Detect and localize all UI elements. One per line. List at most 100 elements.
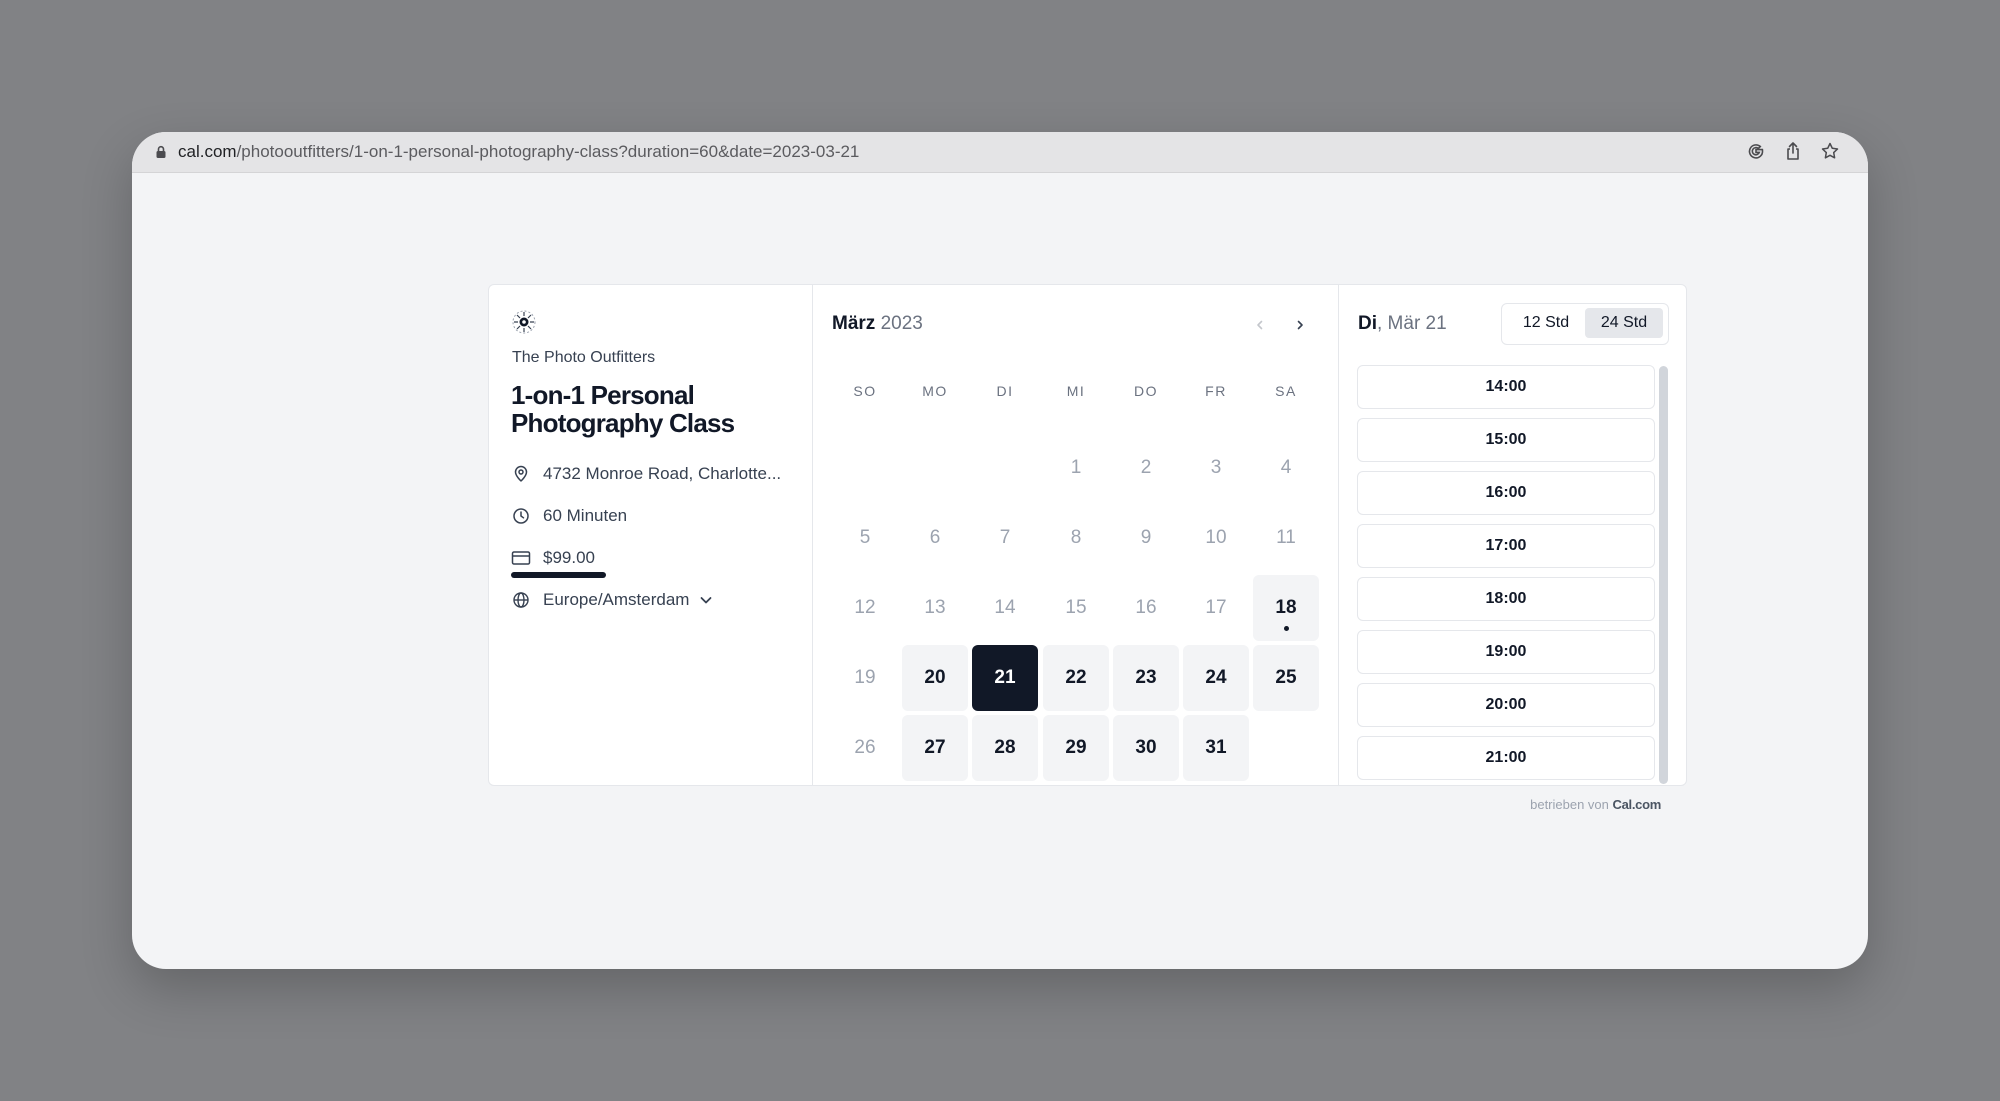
time-slot-button[interactable]: 14:00 <box>1357 365 1655 409</box>
calendar-day[interactable]: 31 <box>1183 715 1249 781</box>
time-slot-button[interactable]: 19:00 <box>1357 630 1655 674</box>
weekday-mi: MI <box>1066 383 1086 399</box>
calendar-day[interactable]: 25 <box>1253 645 1319 711</box>
calendar-day-number: 14 <box>994 597 1016 618</box>
map-pin-icon <box>511 464 531 484</box>
event-location: 4732 Monroe Road, Charlotte... <box>511 464 781 484</box>
calendar-day-number: 15 <box>1065 597 1087 618</box>
google-icon[interactable] <box>1746 141 1766 161</box>
weekday-di: DI <box>996 383 1014 399</box>
calendar-day: 16 <box>1113 575 1179 641</box>
calendar-day-number: 6 <box>929 527 941 548</box>
chevron-left-icon <box>1257 320 1263 330</box>
calendar-day-number: 17 <box>1205 597 1227 618</box>
chevron-right-icon <box>1297 320 1303 330</box>
calendar-day: 7 <box>972 505 1038 571</box>
calendar-day: 12 <box>832 575 898 641</box>
next-month-button[interactable] <box>1288 313 1312 337</box>
calendar-day-number: 5 <box>859 527 871 548</box>
event-duration: 60 Minuten <box>511 506 627 526</box>
calendar-day[interactable]: 27 <box>902 715 968 781</box>
calendar-day: 17 <box>1183 575 1249 641</box>
calendar-day-number: 31 <box>1205 737 1227 758</box>
calendar-day[interactable]: 20 <box>902 645 968 711</box>
time-slot-button[interactable]: 16:00 <box>1357 471 1655 515</box>
time-slot-button[interactable]: 21:00 <box>1357 736 1655 780</box>
weekday-do: DO <box>1134 383 1158 399</box>
time-slots-panel: Di, Mär 21 12 Std 24 Std 14:00 15:00 16:00… <box>1339 285 1686 785</box>
calendar-day-number: 30 <box>1135 737 1157 758</box>
calendar-day: 14 <box>972 575 1038 641</box>
calendar-day-number: 13 <box>924 597 946 618</box>
calendar-day-number: 12 <box>854 597 876 618</box>
format-12h-button[interactable]: 12 Std <box>1507 308 1585 338</box>
month-title: März 2023 <box>832 313 923 334</box>
calendar-day-number: 19 <box>854 667 876 688</box>
calendar-day: 9 <box>1113 505 1179 571</box>
url-text[interactable]: cal.com/photooutfitters/1-on-1-personal-… <box>178 142 859 162</box>
calendar-day-number: 4 <box>1280 457 1292 478</box>
time-slot-button[interactable]: 18:00 <box>1357 577 1655 621</box>
format-24h-button[interactable]: 24 Std <box>1585 308 1663 338</box>
time-slot-button[interactable]: 20:00 <box>1357 683 1655 727</box>
calendar-day-number: 28 <box>994 737 1016 758</box>
calendar-day[interactable]: 28 <box>972 715 1038 781</box>
calendar-day-number: 16 <box>1135 597 1157 618</box>
calendar-day[interactable]: 23 <box>1113 645 1179 711</box>
address-bar-actions <box>1746 141 1840 161</box>
calendar-day: 10 <box>1183 505 1249 571</box>
calendar-day-number: 2 <box>1140 457 1152 478</box>
address-bar[interactable]: cal.com/photooutfitters/1-on-1-personal-… <box>132 132 1868 173</box>
calendar-day: 11 <box>1253 505 1319 571</box>
slot-scrollbar[interactable] <box>1659 366 1668 784</box>
globe-icon <box>511 590 531 610</box>
calendar-day: 13 <box>902 575 968 641</box>
org-logo-icon <box>511 309 537 335</box>
calendar-panel: März 2023 SO MO DI MI DO FR SA 1 2 3 4 5 6 7 8 9 10 11 12… <box>813 285 1339 785</box>
calendar-day-number: 20 <box>924 667 946 688</box>
event-info-panel: The Photo Outfitters 1-on-1 Personal Pho… <box>489 285 813 785</box>
calendar-day: 26 <box>832 715 898 781</box>
credit-card-icon <box>511 548 531 568</box>
time-format-toggle: 12 Std 24 Std <box>1501 303 1669 345</box>
calendar-day[interactable]: 24 <box>1183 645 1249 711</box>
calendar-day-number: 3 <box>1210 457 1222 478</box>
calendar-day: 15 <box>1043 575 1109 641</box>
calendar-day[interactable]: 22 <box>1043 645 1109 711</box>
calendar-day-number: 21 <box>994 667 1016 688</box>
weekday-so: SO <box>853 383 877 399</box>
today-indicator-dot <box>1284 626 1289 631</box>
event-title: 1-on-1 Personal Photography Class <box>511 380 735 438</box>
calendar-day[interactable]: 29 <box>1043 715 1109 781</box>
timezone-select[interactable]: Europe/Amsterdam <box>511 590 713 610</box>
calendar-day: 19 <box>832 645 898 711</box>
browser-window: cal.com/photooutfitters/1-on-1-personal-… <box>132 132 1868 969</box>
time-slot-button[interactable]: 17:00 <box>1357 524 1655 568</box>
calendar-day-number: 7 <box>999 527 1011 548</box>
star-icon[interactable] <box>1820 141 1840 161</box>
calendar-day[interactable]: 18 <box>1253 575 1319 641</box>
powered-by[interactable]: betrieben von Cal.com <box>1530 797 1661 812</box>
weekday-mo: MO <box>922 383 948 399</box>
calendar-day: 6 <box>902 505 968 571</box>
calendar-day-number: 29 <box>1065 737 1087 758</box>
prev-month-button[interactable] <box>1248 313 1272 337</box>
organization-name: The Photo Outfitters <box>512 349 656 366</box>
price-underline <box>511 572 606 578</box>
calendar-day-number: 18 <box>1275 597 1297 618</box>
calendar-day: 8 <box>1043 505 1109 571</box>
calendar-day-number: 8 <box>1070 527 1082 548</box>
time-slot-button[interactable]: 15:00 <box>1357 418 1655 462</box>
calendar-day: 2 <box>1113 435 1179 501</box>
calendar-day-number: 27 <box>924 737 946 758</box>
calendar-day: 3 <box>1183 435 1249 501</box>
calendar-day[interactable]: 21 <box>972 645 1038 711</box>
share-icon[interactable] <box>1783 141 1803 161</box>
calendar-day[interactable]: 30 <box>1113 715 1179 781</box>
calendar-day-number: 1 <box>1070 457 1082 478</box>
clock-icon <box>511 506 531 526</box>
calendar-day-number: 25 <box>1275 667 1297 688</box>
selected-date-label: Di, Mär 21 <box>1358 313 1447 334</box>
calendar-day-number: 24 <box>1205 667 1227 688</box>
lock-icon <box>153 144 169 160</box>
